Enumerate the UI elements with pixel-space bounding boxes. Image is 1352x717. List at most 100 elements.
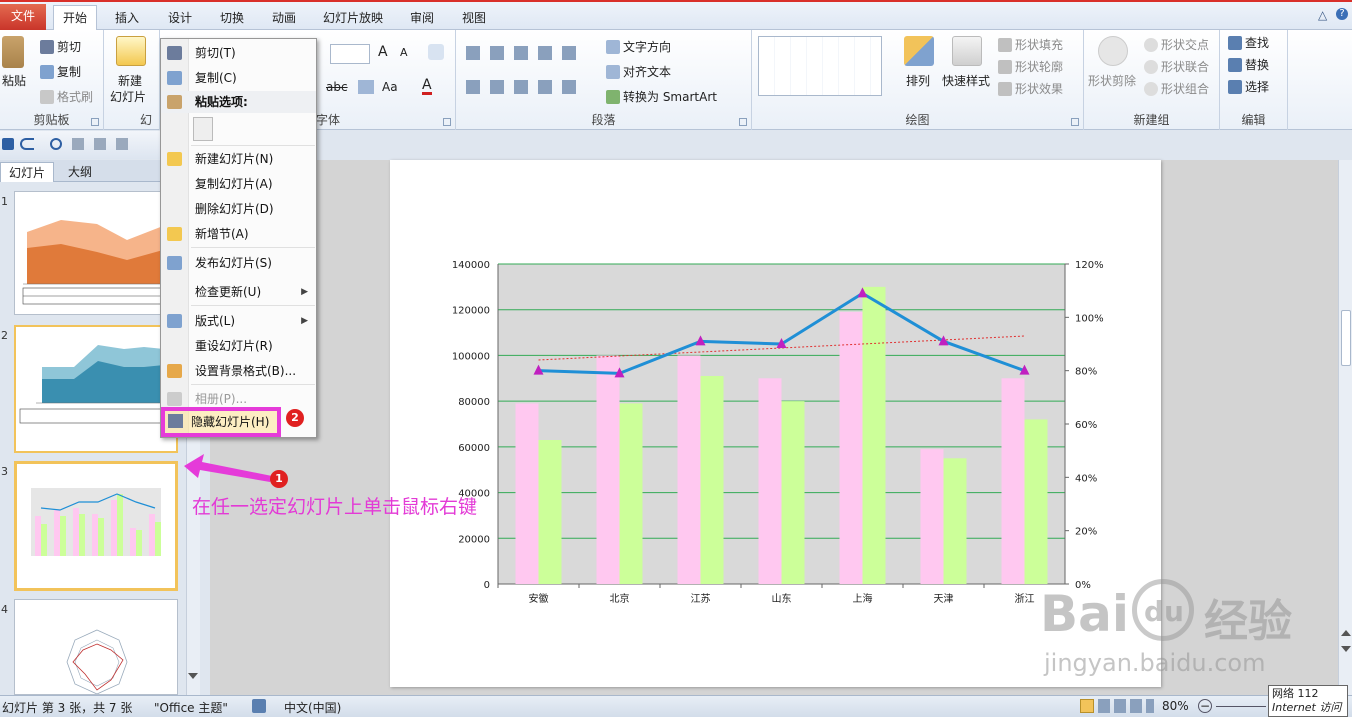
- new-slide-icon[interactable]: [116, 36, 146, 66]
- binoculars-icon: [1228, 36, 1242, 50]
- align-text-button[interactable]: 对齐文本: [606, 63, 671, 80]
- shape-fill-button[interactable]: 形状填充: [998, 36, 1063, 53]
- arrange-icon[interactable]: [904, 36, 934, 66]
- paste-button[interactable]: 粘贴: [2, 72, 26, 89]
- text-direction-button[interactable]: 文字方向: [606, 38, 671, 55]
- paste-option-icon[interactable]: [193, 117, 213, 141]
- font-color-button[interactable]: A: [422, 78, 432, 95]
- help-icon[interactable]: ?: [1336, 8, 1348, 20]
- zoom-out-icon[interactable]: −: [1198, 699, 1212, 713]
- tab-review[interactable]: 审阅: [400, 6, 444, 32]
- change-case-button[interactable]: Aa: [382, 80, 398, 94]
- find-button[interactable]: 查找: [1228, 34, 1269, 51]
- align-buttons[interactable]: [466, 80, 586, 94]
- tab-slides[interactable]: 幻灯片: [0, 162, 55, 182]
- prev-slide-icon[interactable]: [1341, 630, 1351, 636]
- tab-slideshow[interactable]: 幻灯片放映: [318, 6, 388, 32]
- tab-file[interactable]: 文件: [0, 4, 46, 30]
- menu-item-hide-slide[interactable]: 隐藏幻灯片(H): [161, 407, 281, 437]
- shrink-font-button[interactable]: A: [400, 46, 408, 59]
- shape-subtract-icon[interactable]: [1098, 36, 1128, 66]
- tab-insert[interactable]: 插入: [105, 6, 149, 32]
- redo-icon[interactable]: [50, 138, 62, 150]
- menu-item-cut[interactable]: 剪切(T): [161, 42, 316, 64]
- zoom-level[interactable]: 80%: [1162, 699, 1189, 713]
- new-group-label: 新建组: [1133, 113, 1170, 127]
- new-slide-button[interactable]: 新建: [118, 72, 142, 89]
- format-painter-button[interactable]: 格式刷: [40, 88, 93, 105]
- slide-number: 2: [1, 329, 8, 342]
- shape-effects-button[interactable]: 形状效果: [998, 80, 1063, 97]
- slide-thumbnail-4[interactable]: [14, 599, 178, 695]
- font-launcher-icon[interactable]: [443, 118, 451, 126]
- quick-styles-button[interactable]: 快速样式: [942, 72, 990, 89]
- new-slide-label2[interactable]: 幻灯片: [110, 88, 146, 105]
- replace-button[interactable]: 替换: [1228, 56, 1269, 73]
- normal-view-icon[interactable]: [1080, 699, 1094, 713]
- y-tick-label: 20000: [458, 534, 490, 545]
- y-tick-label: 140000: [452, 260, 490, 271]
- paragraph-launcher-icon[interactable]: [739, 118, 747, 126]
- menu-item-copy[interactable]: 复制(C): [161, 67, 316, 89]
- shape-intersect-button[interactable]: 形状交点: [1144, 36, 1209, 53]
- clipboard-launcher-icon[interactable]: [91, 118, 99, 126]
- tab-transitions[interactable]: 切换: [210, 6, 254, 32]
- minimize-ribbon-icon[interactable]: △: [1318, 8, 1327, 22]
- menu-item-label: 隐藏幻灯片(H): [191, 415, 270, 429]
- tab-design[interactable]: 设计: [158, 6, 202, 32]
- scroll-down-icon[interactable]: [188, 673, 198, 679]
- language-status[interactable]: 中文(中国): [284, 699, 341, 716]
- char-spacing-icon[interactable]: [358, 80, 374, 94]
- copy-button[interactable]: 复制: [40, 63, 81, 80]
- list-buttons[interactable]: [466, 46, 586, 60]
- spellcheck-icon[interactable]: [252, 699, 266, 713]
- strikethrough-button[interactable]: abc: [326, 80, 348, 94]
- select-button[interactable]: 选择: [1228, 78, 1269, 95]
- step-badge-2: 2: [286, 409, 304, 427]
- menu-item-add-section[interactable]: 新增节(A): [161, 223, 316, 245]
- tab-animations[interactable]: 动画: [262, 6, 306, 32]
- menu-item-format-background[interactable]: 设置背景格式(B)...: [161, 360, 316, 382]
- next-slide-icon[interactable]: [1341, 646, 1351, 652]
- tab-view[interactable]: 视图: [452, 6, 496, 32]
- shape-subtract-button[interactable]: 形状剪除: [1088, 72, 1136, 89]
- menu-item-reset-slide[interactable]: 重设幻灯片(R): [161, 335, 316, 357]
- cut-button[interactable]: 剪切: [40, 38, 81, 55]
- zoom-slider[interactable]: [1216, 706, 1266, 707]
- text-direction-icon: [606, 40, 620, 54]
- slide-thumbnail-3-selected[interactable]: [14, 461, 178, 591]
- paste-icon[interactable]: [2, 36, 24, 68]
- clipboard-group: 粘贴 剪切 复制 格式刷 剪贴板: [0, 30, 104, 130]
- menu-item-check-updates[interactable]: 检查更新(U) ▶: [161, 281, 316, 303]
- tab-home[interactable]: 开始: [53, 5, 97, 33]
- smartart-button[interactable]: 转换为 SmartArt: [606, 88, 717, 105]
- slide-thumbnail-1[interactable]: [14, 191, 178, 315]
- grow-font-button[interactable]: A: [378, 44, 388, 60]
- slide-scrollbar[interactable]: [1338, 160, 1352, 695]
- undo-icon[interactable]: [20, 138, 34, 150]
- drawing-launcher-icon[interactable]: [1071, 118, 1079, 126]
- menu-item-publish-slides[interactable]: 发布幻灯片(S): [161, 252, 316, 274]
- cursor-icon: [1228, 80, 1242, 94]
- tab-outline[interactable]: 大纲: [60, 162, 100, 182]
- menu-item-delete-slide[interactable]: 删除幻灯片(D): [161, 198, 316, 220]
- theme-status[interactable]: "Office 主题": [154, 699, 228, 716]
- brush-icon: [40, 90, 54, 104]
- quick-styles-icon[interactable]: [952, 36, 982, 66]
- clear-format-icon[interactable]: [428, 44, 444, 60]
- slide-thumbnail-2[interactable]: [14, 325, 178, 453]
- menu-item-layout[interactable]: 版式(L) ▶: [161, 310, 316, 332]
- menu-item-duplicate-slide[interactable]: 复制幻灯片(A): [161, 173, 316, 195]
- shape-outline-button[interactable]: 形状轮廓: [998, 58, 1063, 75]
- x-tick-label: 山东: [772, 592, 792, 605]
- font-size-box[interactable]: [330, 44, 370, 64]
- shape-combine-button[interactable]: 形状组合: [1144, 80, 1209, 97]
- menu-item-new-slide[interactable]: 新建幻灯片(N): [161, 148, 316, 170]
- scrollbar-thumb[interactable]: [1341, 310, 1351, 366]
- arrange-button[interactable]: 排列: [906, 72, 930, 89]
- qat-more-icons[interactable]: [72, 138, 132, 150]
- shapes-gallery[interactable]: [758, 36, 882, 96]
- shape-union-button[interactable]: 形状联合: [1144, 58, 1209, 75]
- view-buttons[interactable]: [1098, 699, 1154, 713]
- save-icon[interactable]: [2, 138, 14, 150]
